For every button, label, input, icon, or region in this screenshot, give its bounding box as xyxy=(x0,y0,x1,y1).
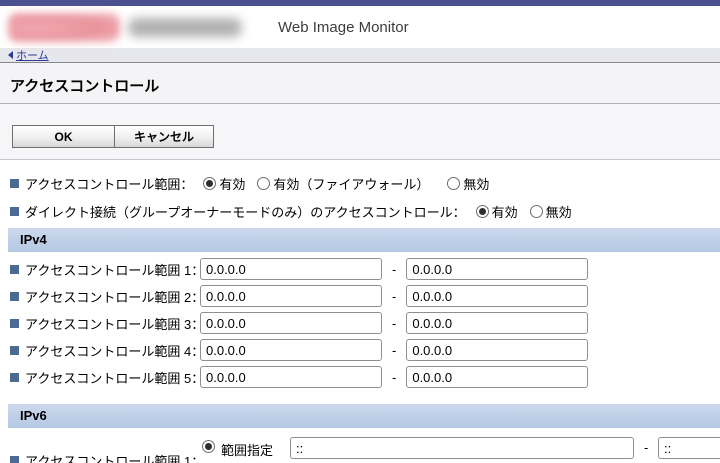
page-title: アクセスコントロール xyxy=(10,78,160,95)
range-separator: - xyxy=(392,261,397,277)
ipv4-range-row-4: アクセスコントロール範囲 4： - xyxy=(0,339,720,361)
breadcrumb: ホーム xyxy=(0,48,720,63)
ipv4-range-2-start-input[interactable] xyxy=(200,285,382,307)
range-separator: - xyxy=(392,342,397,358)
ipv4-range-5-label: アクセスコントロール範囲 5： xyxy=(25,370,205,386)
radio-range-disabled-label: 無効 xyxy=(463,176,490,192)
square-bullet-icon xyxy=(10,264,19,274)
ipv4-range-2-label: アクセスコントロール範囲 2： xyxy=(25,289,205,305)
cancel-button[interactable]: キャンセル xyxy=(114,125,214,148)
ipv6-range-1-end-input[interactable] xyxy=(658,437,720,459)
ipv6-range-1-label: アクセスコントロール範囲 1： xyxy=(25,454,205,463)
radio-range-disabled[interactable] xyxy=(447,176,461,190)
ipv4-range-row-3: アクセスコントロール範囲 3： - xyxy=(0,312,720,334)
range-separator: - xyxy=(392,288,397,304)
radio-range-enabled-label: 有効 xyxy=(219,176,246,192)
radio-direct-disabled[interactable] xyxy=(529,204,543,218)
ipv4-range-4-end-input[interactable] xyxy=(406,339,589,361)
ipv4-range-4-start-input[interactable] xyxy=(200,339,382,361)
ipv4-range-1-label: アクセスコントロール範囲 1： xyxy=(25,262,205,278)
square-bullet-icon xyxy=(10,291,19,301)
radio-range-enabled-firewall[interactable] xyxy=(257,176,271,190)
ipv6-range-mode-label: 範囲指定 xyxy=(221,443,274,458)
settings-form: アクセスコントロール範囲： 有効 有効（ファイアウォール） 無効 ダイレクト接続… xyxy=(0,160,720,463)
ipv4-section-header: IPv4 xyxy=(8,228,720,252)
ipv4-range-row-5: アクセスコントロール範囲 5： - xyxy=(0,366,720,388)
square-bullet-icon xyxy=(10,372,19,382)
ipv6-range-1-start-input[interactable] xyxy=(290,437,634,459)
square-bullet-icon xyxy=(10,318,19,328)
app-header: Web Image Monitor xyxy=(0,6,720,48)
radio-direct-enabled-label: 有効 xyxy=(491,204,518,220)
ok-button[interactable]: OK xyxy=(12,125,115,148)
breadcrumb-home-link[interactable]: ホーム xyxy=(16,47,49,63)
square-bullet-icon xyxy=(10,345,19,355)
toolbar: OK キャンセル xyxy=(0,104,720,160)
ipv4-range-5-start-input[interactable] xyxy=(200,366,382,388)
access-control-range-policy-label: アクセスコントロール範囲： xyxy=(25,176,194,192)
ipv4-range-2-end-input[interactable] xyxy=(406,285,589,307)
ipv4-range-1-end-input[interactable] xyxy=(406,258,589,280)
radio-direct-enabled[interactable] xyxy=(475,204,489,218)
brand-logo xyxy=(8,13,120,42)
radio-direct-disabled-label: 無効 xyxy=(545,204,572,220)
ipv6-range-row-1: 範囲指定 - アクセスコントロール範囲 1： xyxy=(0,437,720,463)
ipv6-section-header: IPv6 xyxy=(8,404,720,428)
direct-connection-policy-label: ダイレクト接続（グループオーナーモードのみ）のアクセスコントロール： xyxy=(25,204,466,220)
square-bullet-icon xyxy=(10,456,19,463)
ipv4-range-row-1: アクセスコントロール範囲 1： - xyxy=(0,258,720,280)
ipv4-range-5-end-input[interactable] xyxy=(406,366,589,388)
ipv4-range-row-2: アクセスコントロール範囲 2： - xyxy=(0,285,720,307)
title-band: アクセスコントロール xyxy=(0,63,720,104)
ipv4-range-3-end-input[interactable] xyxy=(406,312,589,334)
ipv4-range-3-label: アクセスコントロール範囲 3： xyxy=(25,316,205,332)
square-bullet-icon xyxy=(10,178,19,188)
access-control-range-policy-row: アクセスコントロール範囲： 有効 有効（ファイアウォール） 無効 xyxy=(0,174,720,192)
range-separator: - xyxy=(392,315,397,331)
direct-connection-policy-row: ダイレクト接続（グループオーナーモードのみ）のアクセスコントロール： 有効 無効 xyxy=(0,202,720,220)
square-bullet-icon xyxy=(10,206,19,216)
device-model-blur xyxy=(128,18,242,37)
ipv4-range-rows: アクセスコントロール範囲 1： - アクセスコントロール範囲 2： - アクセス… xyxy=(0,258,720,388)
ipv4-range-4-label: アクセスコントロール範囲 4： xyxy=(25,343,205,359)
ipv4-range-3-start-input[interactable] xyxy=(200,312,382,334)
ipv4-range-1-start-input[interactable] xyxy=(200,258,382,280)
range-separator: - xyxy=(392,369,397,385)
app-title: Web Image Monitor xyxy=(278,19,409,36)
radio-range-enabled[interactable] xyxy=(203,176,217,190)
radio-range-enabled-firewall-label: 有効（ファイアウォール） xyxy=(273,176,430,192)
range-separator: - xyxy=(644,440,649,455)
back-arrow-icon xyxy=(8,51,13,59)
